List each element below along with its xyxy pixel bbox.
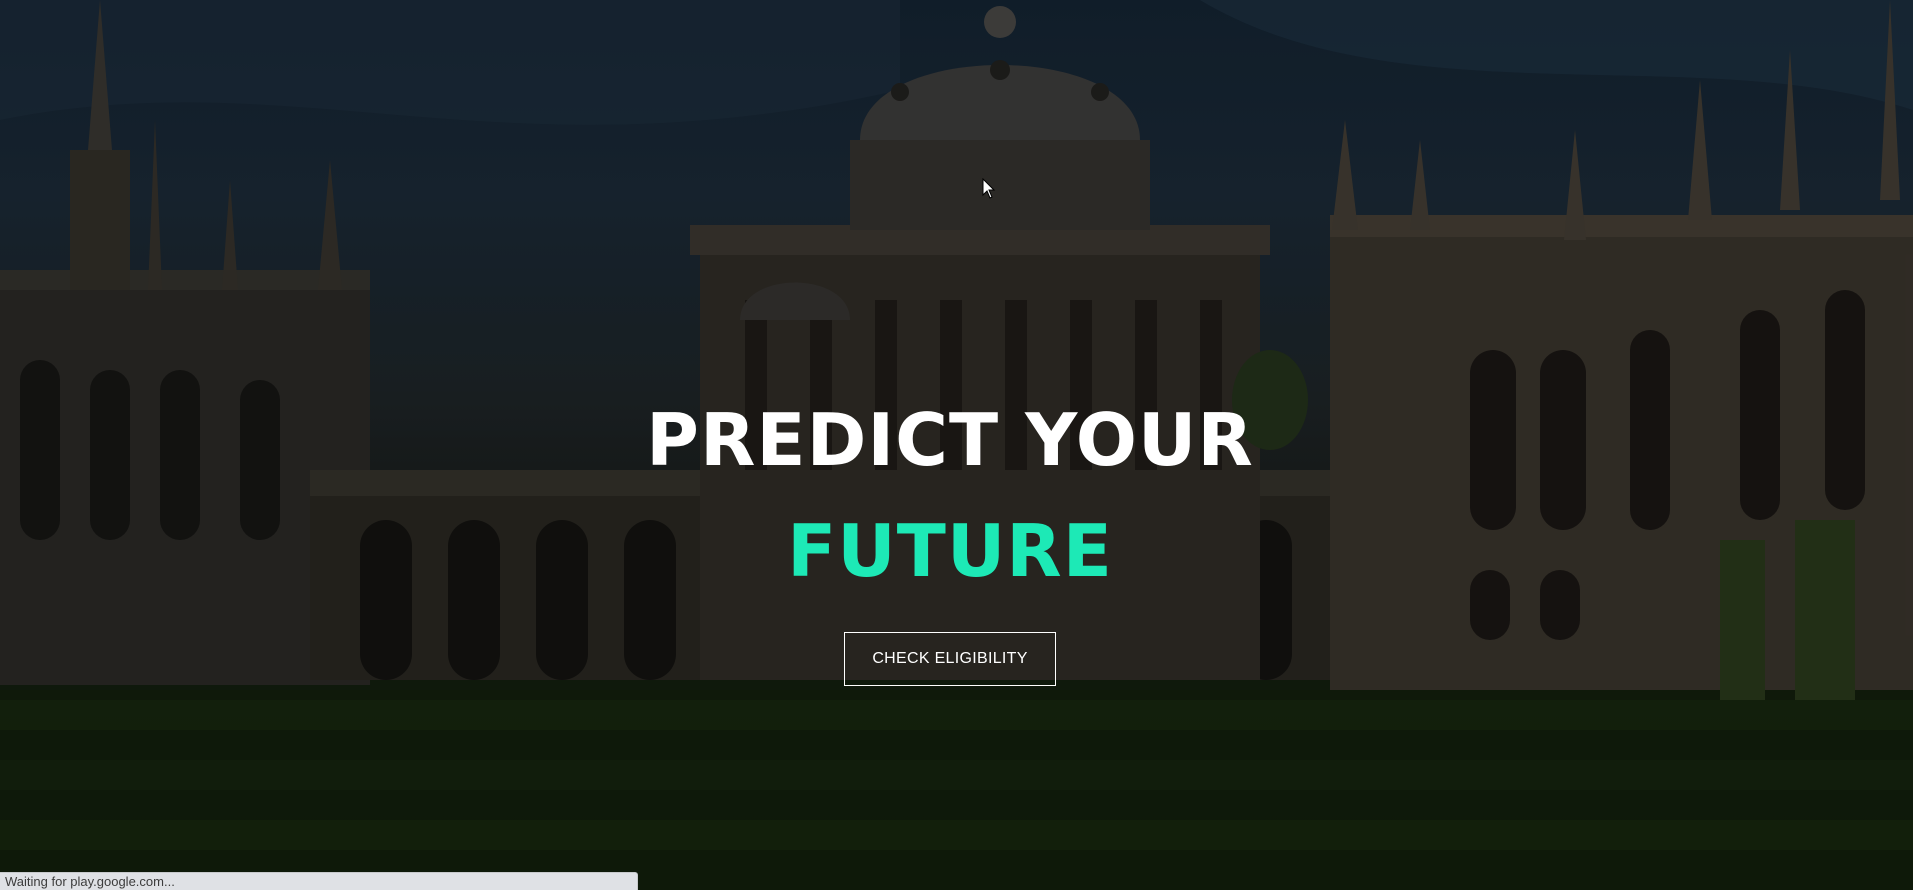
hero-headline-line2: FUTURE <box>787 509 1113 593</box>
mouse-pointer-icon <box>982 177 996 200</box>
check-eligibility-button[interactable]: CHECK ELIGIBILITY <box>844 632 1056 686</box>
hero-content: PREDICT YOUR FUTURE CHECK ELIGIBILITY <box>0 0 1913 890</box>
hero-headline-line1: PREDICT YOUR <box>646 398 1254 482</box>
browser-status-bar: Waiting for play.google.com... <box>0 872 638 890</box>
hero-section: PREDICT YOUR FUTURE CHECK ELIGIBILITY Wa… <box>0 0 1913 890</box>
